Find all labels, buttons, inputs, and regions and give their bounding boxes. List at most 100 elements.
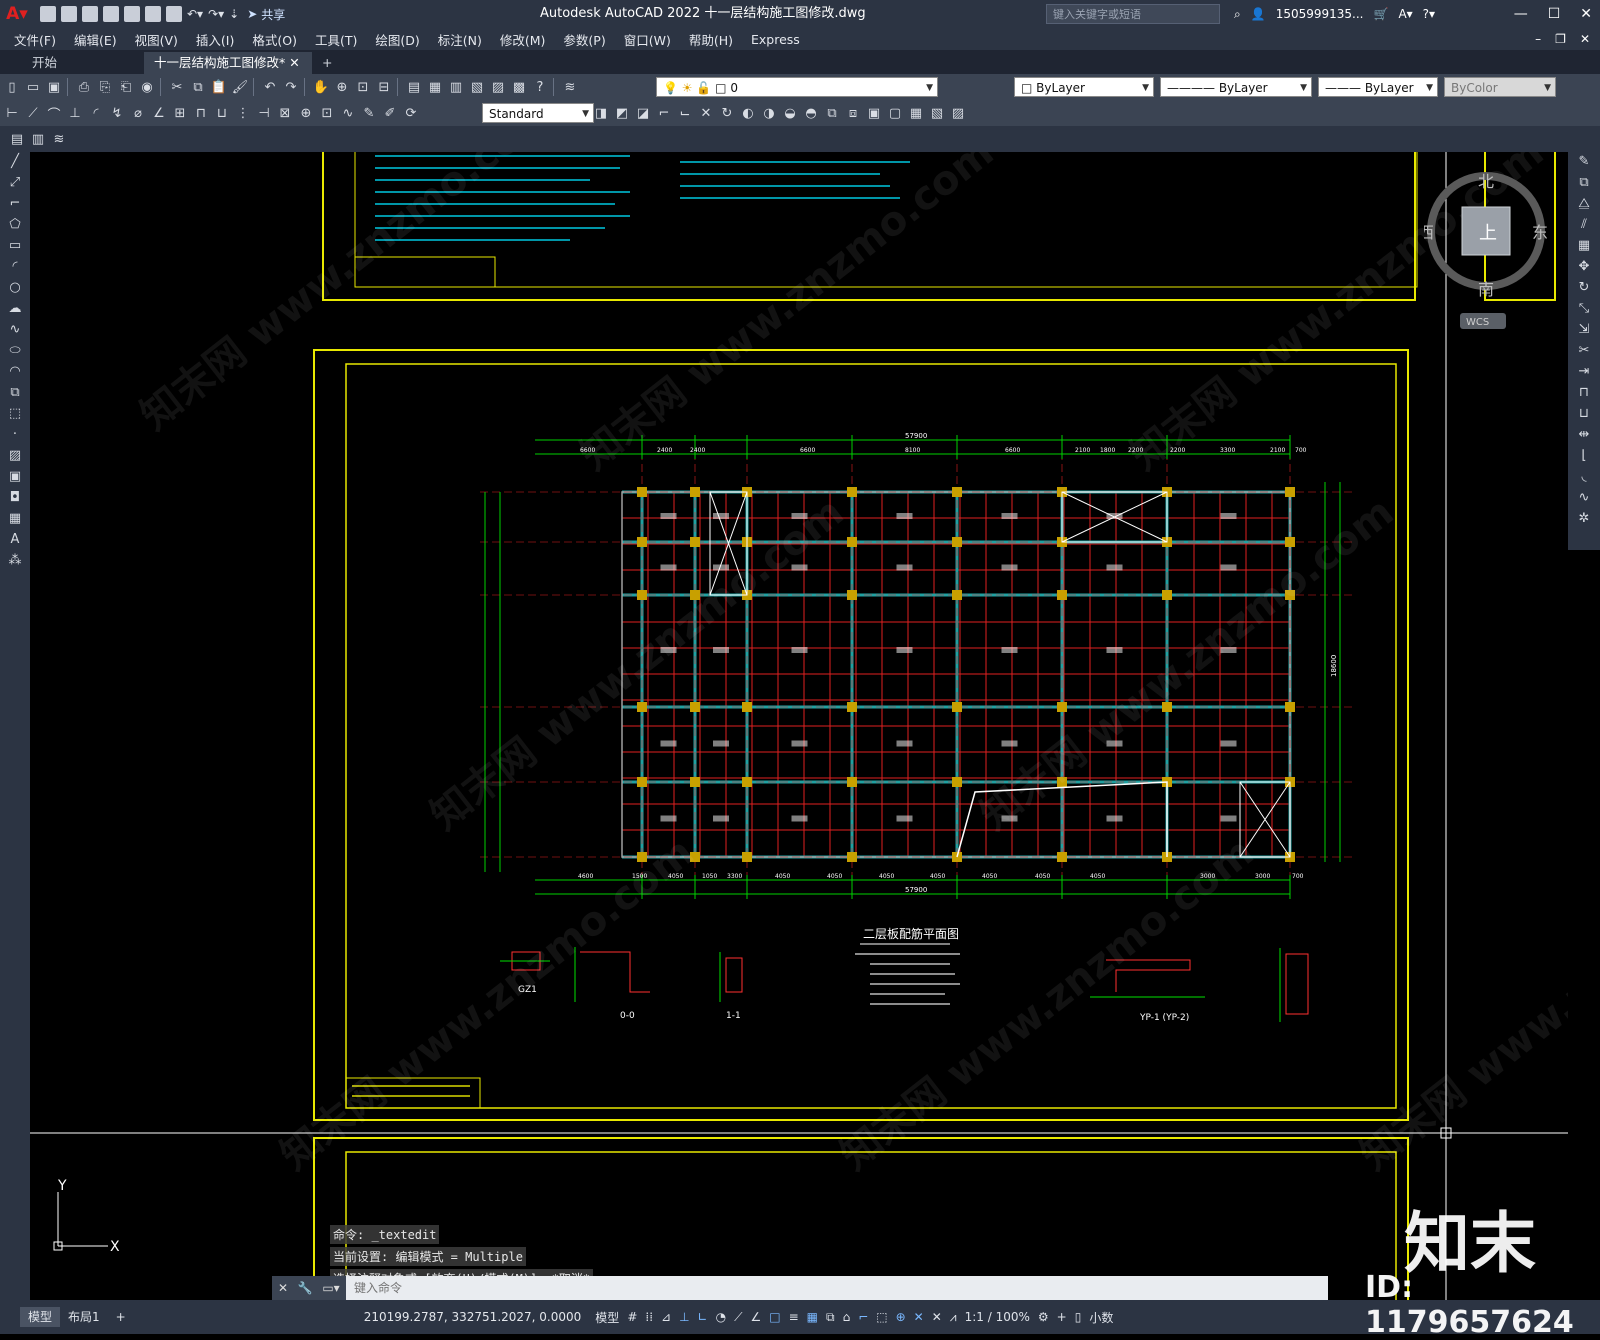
minimize-icon[interactable]: —: [1514, 6, 1528, 22]
plotstyle-dropdown[interactable]: ByColor ▼: [1444, 77, 1556, 97]
view-iso-icon[interactable]: ◪: [634, 104, 652, 122]
ellipse-arc-icon[interactable]: ◠: [6, 363, 24, 381]
model-space-toggle[interactable]: 模型: [595, 1309, 619, 1326]
isodraft-icon[interactable]: ⟋: [734, 1310, 742, 1325]
material-icon[interactable]: ◒: [781, 104, 799, 122]
command-close-icon[interactable]: ✕: [272, 1276, 294, 1300]
dim-style-dropdown[interactable]: Standard ▼: [482, 103, 594, 123]
circle-icon[interactable]: ○: [6, 279, 24, 297]
dim-update-icon[interactable]: ⟳: [402, 104, 420, 122]
selection-filter-icon[interactable]: ⬚: [876, 1310, 887, 1324]
solid-intersect-icon[interactable]: ▨: [949, 104, 967, 122]
polygon-icon[interactable]: ⬠: [6, 216, 24, 234]
camera-icon[interactable]: ⧉: [823, 104, 841, 122]
arc-length-icon[interactable]: ⌒: [45, 104, 63, 123]
publish-icon[interactable]: ⎗: [117, 78, 135, 96]
units-icon[interactable]: ▯: [1075, 1310, 1082, 1324]
menu-window[interactable]: 窗口(W): [624, 30, 671, 49]
gizmo-icon[interactable]: ⊕: [896, 1310, 906, 1324]
ucs-origin-icon[interactable]: ✕: [697, 104, 715, 122]
object-snap-tracking-icon[interactable]: ∠: [750, 1310, 761, 1324]
snap-icon[interactable]: ⁞⁞: [645, 1310, 653, 1324]
selection-cycling-icon[interactable]: ⧉: [826, 1310, 835, 1325]
menu-view[interactable]: 视图(V): [135, 30, 178, 49]
center-mark-icon[interactable]: ⊕: [297, 104, 315, 122]
tab-document[interactable]: 十一层结构施工图修改* ✕: [144, 52, 312, 74]
plot-icon[interactable]: [166, 6, 182, 22]
maximize-icon[interactable]: ☐: [1548, 6, 1561, 22]
stretch-icon[interactable]: ⇲: [1575, 321, 1593, 339]
viewcube-north-label[interactable]: 北: [1478, 172, 1494, 191]
dynamic-ucs-icon[interactable]: ⌐: [858, 1310, 868, 1324]
mirror-icon[interactable]: ⧋: [1575, 195, 1593, 213]
shade-icon[interactable]: ◐: [739, 104, 757, 122]
viewcube-south-label[interactable]: 南: [1478, 280, 1494, 299]
polar-icon[interactable]: ◔: [716, 1310, 726, 1324]
infer-constraints-icon[interactable]: ⊿: [661, 1310, 671, 1324]
customize-qat-icon[interactable]: ⇣: [229, 7, 239, 21]
tab-model[interactable]: 模型: [20, 1307, 61, 1327]
object-snap-icon[interactable]: □: [769, 1310, 780, 1324]
blend-icon[interactable]: ∿: [1575, 489, 1593, 507]
chamfer-icon[interactable]: ⌊: [1575, 447, 1593, 465]
doc-close-icon[interactable]: ✕: [1580, 32, 1590, 46]
make-block-icon[interactable]: ⬚: [6, 405, 24, 423]
open-icon[interactable]: ▭: [24, 78, 42, 96]
zoom-previous-icon[interactable]: ⊟: [375, 78, 393, 96]
save-icon[interactable]: [82, 6, 98, 22]
region-icon[interactable]: ◘: [6, 489, 24, 507]
dim-space-icon[interactable]: ⋮: [234, 104, 252, 122]
tab-add-button[interactable]: +: [312, 52, 342, 74]
table-icon[interactable]: ▦: [6, 510, 24, 528]
calculator-icon[interactable]: ▩: [510, 78, 528, 96]
sheet-set-icon[interactable]: ▧: [468, 78, 486, 96]
doc-restore-icon[interactable]: ❐: [1555, 32, 1566, 46]
spline-icon[interactable]: ∿: [6, 321, 24, 339]
menu-dimension[interactable]: 标注(N): [438, 30, 482, 49]
color-dropdown[interactable]: □ ByLayer ▼: [1014, 77, 1154, 97]
help-icon[interactable]: ?: [531, 78, 549, 96]
layer-dropdown[interactable]: 💡 ☀ 🔓 □ 0 ▼: [656, 77, 938, 97]
auto-scale-icon[interactable]: ✕: [932, 1310, 942, 1324]
light-icon[interactable]: ◓: [802, 104, 820, 122]
solid-box-icon[interactable]: ▣: [865, 104, 883, 122]
rotate-icon[interactable]: ↻: [1575, 279, 1593, 297]
save-icon[interactable]: ▣: [45, 78, 63, 96]
jogged-linear-icon[interactable]: ∿: [339, 104, 357, 122]
continue-dim-icon[interactable]: ⊔: [213, 104, 231, 122]
plot-preview-icon[interactable]: ⎘: [96, 78, 114, 96]
extend-icon[interactable]: ⇥: [1575, 363, 1593, 381]
render-icon[interactable]: ◑: [760, 104, 778, 122]
dim-text-edit-icon[interactable]: ✐: [381, 104, 399, 122]
search-input[interactable]: 键入关键字或短语: [1046, 4, 1220, 24]
explode-icon[interactable]: ✲: [1575, 510, 1593, 528]
layer-tools-icon[interactable]: ≋: [50, 130, 68, 148]
open-web-icon[interactable]: [124, 6, 140, 22]
point-icon[interactable]: ·: [6, 426, 24, 444]
line-icon[interactable]: ╱: [6, 153, 24, 171]
viewcube-west-label[interactable]: 西: [1418, 223, 1434, 242]
workspace-icon[interactable]: ▤: [8, 130, 26, 148]
open-icon[interactable]: [61, 6, 77, 22]
annotation-visibility-icon[interactable]: ✕: [914, 1310, 924, 1324]
tolerance-icon[interactable]: ⊠: [276, 104, 294, 122]
angular-dim-icon[interactable]: ∠: [150, 104, 168, 122]
hatch-icon[interactable]: ▨: [6, 447, 24, 465]
save-as-icon[interactable]: [103, 6, 119, 22]
construction-line-icon[interactable]: ⤢: [6, 174, 24, 192]
menu-edit[interactable]: 编辑(E): [74, 30, 117, 49]
command-input[interactable]: [352, 1276, 1328, 1300]
solid-subtract-icon[interactable]: ▧: [928, 104, 946, 122]
baseline-dim-icon[interactable]: ⊓: [192, 104, 210, 122]
arc-icon[interactable]: ◜: [6, 258, 24, 276]
new-icon[interactable]: [40, 6, 56, 22]
menu-file[interactable]: 文件(F): [14, 30, 56, 49]
command-settings-icon[interactable]: 🔧: [294, 1276, 316, 1300]
zoom-window-icon[interactable]: ⊡: [354, 78, 372, 96]
lineweight-dropdown[interactable]: ——— ByLayer ▼: [1318, 77, 1438, 97]
menu-format[interactable]: 格式(O): [252, 30, 297, 49]
workspace-gear-icon[interactable]: ⚙: [1038, 1310, 1049, 1324]
dim-edit-icon[interactable]: ✎: [360, 104, 378, 122]
ucs-icon[interactable]: ⌐: [655, 104, 673, 122]
scale-icon[interactable]: ⤡: [1575, 300, 1593, 318]
